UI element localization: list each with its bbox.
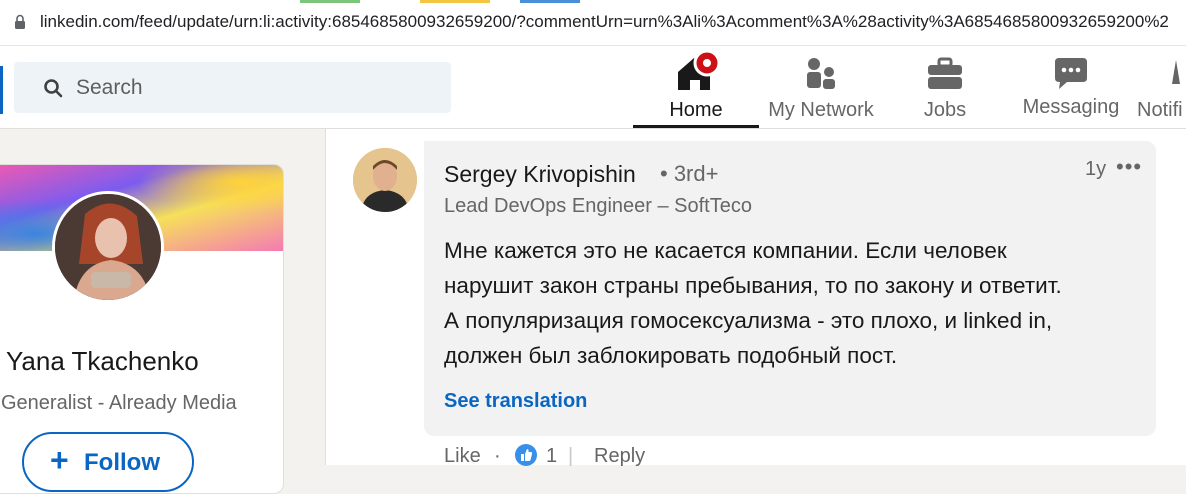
active-indicator	[633, 125, 759, 128]
main-content: Yana Tkachenko Generalist - Already Medi…	[0, 129, 1186, 494]
avatar	[353, 148, 417, 212]
follow-label: Follow	[84, 449, 160, 476]
address-url[interactable]: linkedin.com/feed/update/urn:li:activity…	[40, 12, 1169, 32]
comment-text: Мне кажется это не касается компании. Ес…	[444, 233, 1144, 373]
profile-title: Generalist - Already Media	[1, 392, 237, 414]
lock-icon	[15, 14, 25, 29]
nav-home[interactable]: Home	[633, 46, 759, 128]
notification-badge	[693, 50, 718, 77]
tab-strip-fragment	[520, 0, 580, 3]
messaging-icon	[1055, 58, 1087, 89]
nav-my-network-label: My Network	[768, 99, 874, 121]
comment-timestamp: 1y	[1085, 158, 1107, 180]
search-icon	[44, 79, 63, 98]
comment-line: должен был заблокировать подобный пост.	[444, 343, 898, 368]
comment-line: А популяризация гомосексуализма - это пл…	[444, 308, 1053, 333]
see-translation-link[interactable]: See translation	[444, 390, 587, 413]
nav-notifications-label: Notifi	[1137, 99, 1183, 121]
search-input[interactable]: Search	[14, 62, 451, 113]
more-options-icon[interactable]: •••	[1116, 154, 1142, 180]
nav-jobs-label: Jobs	[923, 99, 967, 121]
nav-home-label: Home	[669, 99, 723, 121]
tab-strip-fragment	[300, 0, 360, 3]
top-navigation: Search Home My Network Jobs Messaging No…	[0, 46, 1186, 129]
tab-strip-fragment	[420, 0, 490, 3]
profile-name[interactable]: Yana Tkachenko	[6, 346, 199, 377]
nav-messaging-label: Messaging	[1022, 96, 1120, 118]
nav-messaging[interactable]: Messaging	[1010, 46, 1132, 128]
avatar	[55, 194, 161, 300]
comment-line: нарушит закон страны пребывания, то по з…	[444, 273, 1062, 298]
nav-my-network[interactable]: My Network	[757, 46, 885, 128]
bell-icon	[1172, 60, 1180, 84]
profile-card: Yana Tkachenko Generalist - Already Medi…	[0, 164, 284, 494]
plus-icon: +	[50, 442, 69, 478]
briefcase-icon	[928, 57, 962, 89]
nav-notifications[interactable]: Notifi	[1136, 46, 1186, 128]
comment-thread: Sergey Krivopishin • 3rd+ Lead DevOps En…	[325, 129, 1186, 467]
nav-jobs[interactable]: Jobs	[904, 46, 986, 128]
search-placeholder: Search	[76, 76, 143, 99]
commenter-name[interactable]: Sergey Krivopishin	[444, 161, 636, 188]
my-network-icon	[807, 58, 835, 89]
connection-degree: • 3rd+	[660, 161, 719, 186]
commenter-avatar[interactable]	[353, 148, 417, 212]
commenter-headline: Lead DevOps Engineer – SoftTeco	[444, 195, 752, 217]
comment-bubble: Sergey Krivopishin • 3rd+ Lead DevOps En…	[424, 141, 1156, 436]
profile-avatar[interactable]	[52, 191, 164, 303]
like-reaction-icon[interactable]	[514, 443, 538, 467]
comment-line: Мне кажется это не касается компании. Ес…	[444, 238, 1007, 263]
follow-button[interactable]: + Follow	[22, 432, 194, 492]
browser-address-bar[interactable]: linkedin.com/feed/update/urn:li:activity…	[0, 0, 1186, 46]
home-icon	[678, 50, 718, 90]
logo-edge	[0, 66, 3, 114]
